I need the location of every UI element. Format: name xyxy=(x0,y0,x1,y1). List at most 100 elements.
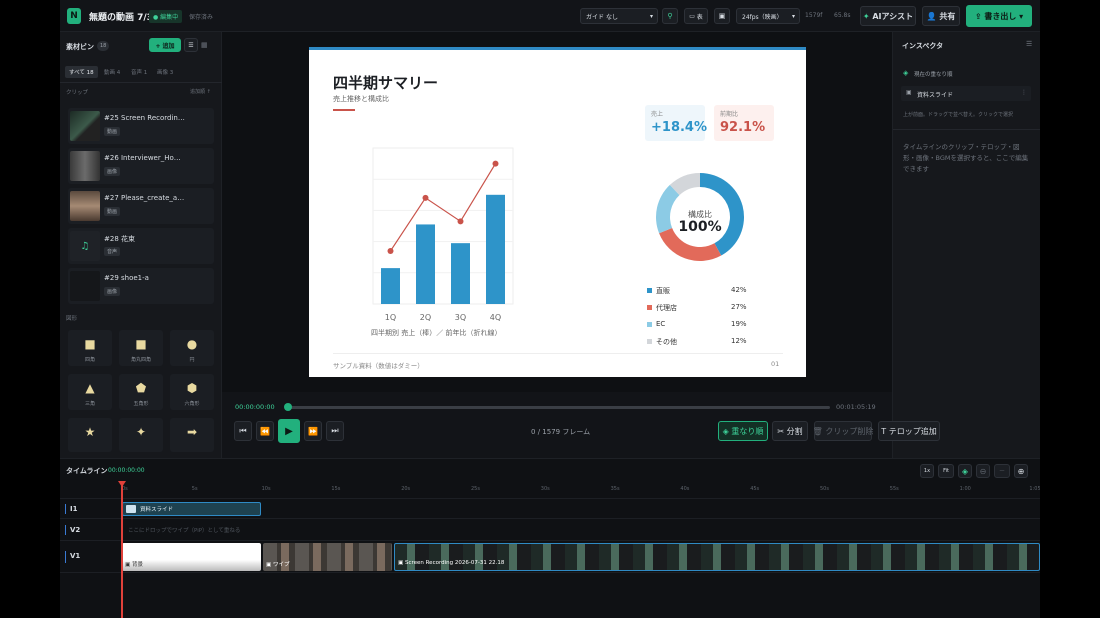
list-view-icon[interactable]: ☰ xyxy=(184,38,198,52)
grid-view-icon[interactable]: ▦ xyxy=(201,41,208,49)
guide-select[interactable]: ガイド なし ▾ xyxy=(580,8,658,24)
shape-circle[interactable]: ● 円 xyxy=(170,330,214,366)
ai-assist-button[interactable]: ✦ AIアシスト xyxy=(860,6,916,26)
shape-square[interactable]: ■ 四角 xyxy=(68,330,112,366)
legend-value: 19% xyxy=(731,320,747,328)
sort-select[interactable]: 追加順 ↑ xyxy=(190,88,211,95)
ruler-tick-label: 20s xyxy=(401,486,411,492)
shape-hexagon[interactable]: ⬢ 六角形 xyxy=(170,374,214,410)
kpi-value: +18.4% xyxy=(651,120,707,135)
shape-rounded-square[interactable]: ■ 角丸四角 xyxy=(119,330,163,366)
clip-title: #28 花束 xyxy=(104,235,135,243)
sparkle-icon: ✦ xyxy=(862,11,870,21)
shape-arrow[interactable]: ➡ xyxy=(170,418,214,452)
time-ruler[interactable]: 0s 5s 10s 15s 20s 25s 30s 35s 40s 45s 50s 55s 1:00 1:… xyxy=(60,481,1040,499)
bin-count: 18 xyxy=(97,41,110,51)
track-label: I1 xyxy=(70,505,78,513)
track-v1: V1 ▣ 背景 ▣ ワイプ ▣ Screen Recording 2026-07… xyxy=(60,541,1040,573)
skip-start-button[interactable]: ⏮ xyxy=(234,421,252,441)
asset-bin: 素材ビン 18 + 追加 ☰ ▦ すべて 18 動画 4 音声 1 画像 3 ク… xyxy=(60,32,222,458)
clip-item[interactable]: #25 Screen Recordin… 動画 xyxy=(68,108,214,144)
shape-pentagon[interactable]: ⬟ 五角形 xyxy=(119,374,163,410)
slide-page-number: 01 xyxy=(771,360,780,368)
drop-zone-hint[interactable]: ここにドロップでワイプ（PiP）として重ねる xyxy=(128,526,240,534)
export-button[interactable]: ⇪ 書き出し ▾ xyxy=(966,5,1032,27)
ruler-tick-label: 1:00 xyxy=(959,486,971,492)
share-label: 共有 xyxy=(939,11,956,21)
legend-value: 12% xyxy=(731,337,747,345)
add-asset-button[interactable]: + 追加 xyxy=(149,38,181,52)
inspector-empty-text: タイムラインのクリップ・テロップ・図形・画像・BGMを選択すると、ここで編集でき… xyxy=(903,143,1029,173)
timeline-time: 00:00:00:00 xyxy=(108,467,145,474)
view-toggle[interactable]: ▭ 表 xyxy=(684,8,708,24)
filter-tab-video[interactable]: 動画 4 xyxy=(104,68,120,76)
divider xyxy=(60,82,222,83)
layer-item[interactable]: ▣ 資料スライド ⋮ xyxy=(901,86,1031,101)
kpi-card-sales: 売上 +18.4% xyxy=(645,105,707,141)
drag-handle-icon[interactable]: ⋮ xyxy=(1021,89,1027,96)
shape-triangle[interactable]: ▲ 三角 xyxy=(68,374,112,410)
legend-item: 直販 42% xyxy=(647,286,767,296)
legend-swatch xyxy=(647,305,652,310)
share-button[interactable]: 👤 共有 xyxy=(922,6,960,26)
zoom-fit-button[interactable]: Fit xyxy=(938,464,954,478)
editor-window: N 無題の動画 7/31 ● 編集中 保存済み ガイド なし ▾ ⚲ ▭ 表 ▣… xyxy=(60,0,1040,618)
export-label: 書き出し xyxy=(984,11,1017,21)
zoom-level[interactable]: — xyxy=(994,464,1010,478)
timeline-clip-slide[interactable]: 資料スライド xyxy=(122,502,261,516)
clip-item[interactable]: #26 Interviewer_Ho… 画像 xyxy=(68,148,214,184)
line-point xyxy=(457,218,464,225)
bar-line-chart: 1Q 2Q 3Q 4Q xyxy=(372,147,514,322)
add-caption-button[interactable]: T テロップ追加 xyxy=(878,421,940,441)
clip-thumbnail xyxy=(70,111,100,141)
kpi-label: 売上 xyxy=(651,111,664,118)
clip-title: #27 Please_create_a… xyxy=(104,194,185,202)
rewind-button[interactable]: ⏪ xyxy=(256,421,274,441)
inspector-divider xyxy=(893,129,1040,130)
zoom-1x-button[interactable]: 1x xyxy=(920,464,934,478)
skip-end-icon: ⏭ xyxy=(331,426,339,435)
split-button[interactable]: ✂ 分割 xyxy=(772,421,808,441)
shape-sparkle[interactable]: ✦ xyxy=(119,418,163,452)
zoom-out-button[interactable]: ⊖ xyxy=(976,464,990,478)
legend-label: 直販 xyxy=(656,287,670,295)
stack-label: 重なり順 xyxy=(731,426,764,436)
bin-title: 素材ビン xyxy=(66,43,94,51)
timeline-clip-wipe[interactable]: ▣ ワイプ xyxy=(263,543,392,571)
safe-area-button[interactable]: ⚲ xyxy=(662,8,678,24)
ruler-tick-label: 55s xyxy=(889,486,899,492)
track-i1: I1 資料スライド xyxy=(60,499,1040,519)
fps-select[interactable]: 24fps（映画） ▾ xyxy=(736,8,800,24)
top-bar: N 無題の動画 7/31 ● 編集中 保存済み ガイド なし ▾ ⚲ ▭ 表 ▣… xyxy=(60,0,1040,32)
clip-thumbnail xyxy=(70,271,100,301)
zoom-in-button[interactable]: ⊕ xyxy=(1014,464,1028,478)
clip-item[interactable]: #27 Please_create_a… 動画 xyxy=(68,188,214,224)
shape-star[interactable]: ★ xyxy=(68,418,112,452)
ruler-tick-label: 30s xyxy=(540,486,550,492)
scrubber-track[interactable] xyxy=(286,406,830,409)
timeline-clip-screen-recording[interactable]: ▣ Screen Recording 2026-07-31 22.18 xyxy=(394,543,1040,571)
app-logo: N xyxy=(67,8,81,24)
slide-preview[interactable]: 四半期サマリー 売上推移と構成比 1Q 2Q 3Q 4Q 四半期別 売上（棒）／ 前年… xyxy=(309,47,806,377)
snap-toggle[interactable]: ◈ xyxy=(958,464,972,478)
clip-item[interactable]: #29 shoe1-a 画像 xyxy=(68,268,214,304)
playhead[interactable] xyxy=(121,483,123,618)
bar xyxy=(451,243,470,304)
timeline-clip-background[interactable]: ▣ 背景 xyxy=(122,543,261,571)
clip-name: Screen Recording 2026-07-31 22.18 xyxy=(404,560,505,566)
scrubber-handle[interactable] xyxy=(284,403,292,411)
filter-tab-image[interactable]: 画像 3 xyxy=(157,68,173,76)
preview-canvas[interactable]: 四半期サマリー 売上推移と構成比 1Q 2Q 3Q 4Q 四半期別 売上（棒）／ 前年… xyxy=(222,32,892,392)
skip-end-button[interactable]: ⏭ xyxy=(326,421,344,441)
stack-order-button[interactable]: ◈ 重なり順 xyxy=(718,421,768,441)
menu-icon[interactable]: ☰ xyxy=(1026,40,1032,48)
play-button[interactable]: ▶ xyxy=(278,419,300,443)
filter-tab-all[interactable]: すべて 18 xyxy=(65,66,98,78)
layer-item-label: 資料スライド xyxy=(917,92,954,99)
filter-tab-audio[interactable]: 音声 1 xyxy=(131,68,147,76)
frame-button[interactable]: ▣ xyxy=(714,8,730,24)
clip-item[interactable]: ♫ #28 花束 音声 xyxy=(68,228,214,264)
delete-clip-button[interactable]: 🗑 クリップ削除 xyxy=(813,421,873,441)
fast-forward-button[interactable]: ⏩ xyxy=(304,421,322,441)
frame-current: 0 xyxy=(531,428,536,436)
